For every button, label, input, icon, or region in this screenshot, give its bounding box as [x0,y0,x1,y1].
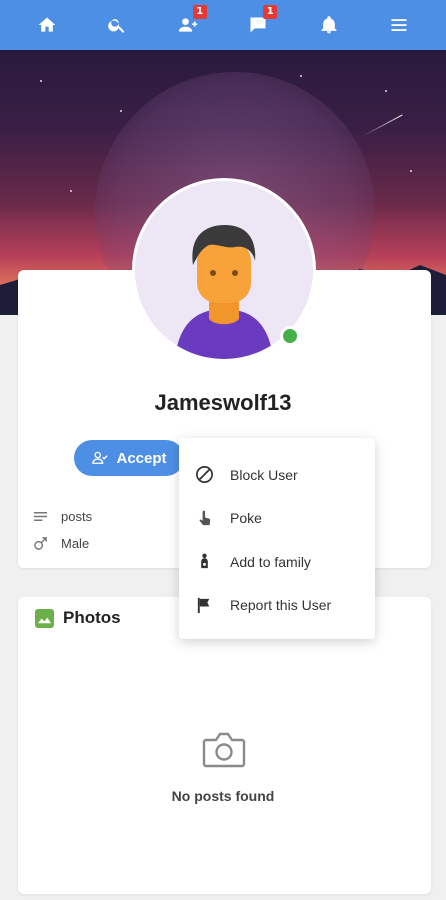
camera-icon [202,732,246,768]
nav-notifications-button[interactable] [318,14,340,36]
nav-menu-button[interactable] [388,14,410,36]
gender-icon [34,537,47,550]
no-posts-message: No posts found [171,788,275,804]
user-actions-dropdown: Block User Poke Add to family Report thi… [179,438,375,639]
gender-value: Male [61,536,90,551]
photos-header: Photos [35,608,121,628]
nav-search-button[interactable] [106,14,128,36]
menu-item-block-user[interactable]: Block User [179,453,375,497]
info-row-gender: Male [33,536,89,551]
flag-icon [197,597,210,613]
friend-requests-badge: 1 [192,5,207,19]
block-icon [196,466,213,484]
menu-item-add-to-family[interactable]: Add to family [179,540,375,584]
menu-item-label: Add to family [230,553,311,570]
photos-title: Photos [63,608,121,627]
top-nav-bar: 1 1 [0,0,446,50]
family-icon [201,553,208,569]
search-icon [108,19,125,33]
posts-list-icon [33,512,48,521]
nav-friend-requests-button[interactable]: 1 [177,5,207,36]
info-row-posts: posts [33,509,92,524]
nav-messages-button[interactable]: 1 [247,5,278,36]
accept-button[interactable]: Accept [74,440,184,476]
online-status-indicator [280,326,300,346]
cover-meteor [362,114,403,137]
notifications-icon [321,16,337,34]
messages-badge: 1 [263,5,278,19]
menu-item-poke[interactable]: Poke [179,497,375,541]
nav-home-button[interactable] [36,14,58,36]
photos-image-icon [35,608,54,628]
home-icon [38,17,56,32]
menu-item-label: Block User [230,466,298,483]
accept-button-label: Accept [116,449,167,467]
menu-item-report-user[interactable]: Report this User [179,584,375,628]
posts-label: posts [61,509,93,524]
menu-item-label: Poke [230,510,262,527]
menu-item-label: Report this User [230,597,332,614]
profile-username: Jameswolf13 [154,390,292,415]
menu-icon [391,19,407,31]
poke-hand-icon [199,510,211,525]
accept-user-icon [92,451,109,464]
